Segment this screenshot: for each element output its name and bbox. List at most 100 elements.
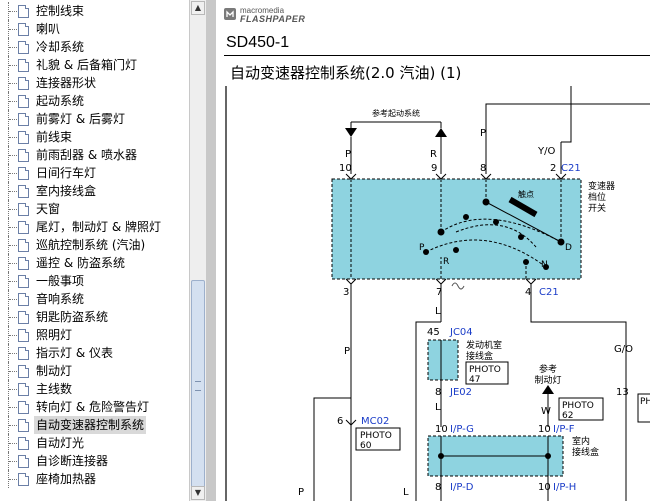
document-icon: [18, 401, 29, 414]
tree-item[interactable]: 巡航控制系统 (汽油): [0, 236, 189, 254]
wire-p-bottom: P: [298, 487, 304, 498]
photo-60-num: 60: [360, 441, 372, 451]
document-icon: [18, 329, 29, 342]
title-divider: [224, 55, 650, 56]
tree-item[interactable]: 主线数: [0, 380, 189, 398]
tree-item-label: 制动灯: [36, 364, 73, 378]
switch-label-1: 变速器: [588, 180, 615, 192]
scroll-thumb[interactable]: [191, 280, 205, 490]
pin-3: 3: [343, 287, 349, 298]
tree-item[interactable]: 喇叭: [0, 20, 189, 38]
wire-l-bottom: L: [403, 487, 409, 498]
pos-p: P: [419, 243, 425, 253]
engine-box-label-1: 发动机室: [466, 339, 502, 351]
tree-item[interactable]: 音响系统: [0, 290, 189, 308]
tree-item[interactable]: 室内接线盒: [0, 182, 189, 200]
pin-8: 8: [480, 163, 486, 174]
pin-4: 4: [525, 287, 531, 298]
pin-6: 6: [337, 416, 343, 427]
wire-r-top: R: [430, 149, 437, 160]
tree-item[interactable]: 自动变速器控制系统: [0, 416, 189, 434]
wire-yo-top: Y/O: [537, 146, 555, 157]
interior-box-label-2: 接线盒: [572, 446, 599, 458]
pin-2: 2: [550, 163, 556, 174]
arrow-up-icon: [435, 128, 447, 137]
tree-item[interactable]: 一般事项: [0, 272, 189, 290]
pin-45: 45: [427, 327, 440, 338]
tree-item[interactable]: 起动系统: [0, 92, 189, 110]
pin-8c: 8: [435, 482, 441, 493]
tree-item[interactable]: 照明灯: [0, 326, 189, 344]
document-icon: [18, 167, 29, 180]
ref-brake-2: 制动灯: [534, 374, 561, 386]
scroll-up-button[interactable]: ▲: [191, 1, 205, 15]
document-icon: [18, 77, 29, 90]
tree-item[interactable]: 前线束: [0, 128, 189, 146]
document-icon: [18, 455, 29, 468]
document-code: SD450-1: [226, 34, 290, 51]
pin-10c: 10: [538, 424, 551, 435]
tree-item[interactable]: 钥匙防盗系统: [0, 308, 189, 326]
document-icon: [18, 293, 29, 306]
photo-edge-label: PHOTO: [640, 397, 650, 407]
wire-p-left: P: [344, 346, 350, 357]
tree-item[interactable]: 制动灯: [0, 362, 189, 380]
tree-item[interactable]: 连接器形状: [0, 74, 189, 92]
document-icon: [18, 347, 29, 360]
tree-item[interactable]: 自诊断连接器: [0, 452, 189, 470]
arrow-up-brake-icon: [542, 385, 554, 394]
tree-scrollbar[interactable]: ▲ ▼: [189, 0, 206, 501]
tree-item-label: 冷却系统: [36, 40, 85, 54]
pin-13: 13: [616, 387, 629, 398]
document-icon: [18, 185, 29, 198]
wire-go: G/O: [614, 344, 633, 355]
tree-item[interactable]: 指示灯 & 仪表: [0, 344, 189, 362]
connector-ip-f: I/P-F: [553, 424, 575, 435]
tree-item[interactable]: 控制线束: [0, 2, 189, 20]
tree-item-label: 钥匙防盗系统: [36, 310, 109, 324]
tree-item[interactable]: 日间行车灯: [0, 164, 189, 182]
tree-item[interactable]: 前雾灯 & 后雾灯: [0, 110, 189, 128]
tree-item-label: 自诊断连接器: [36, 454, 109, 468]
tree-item[interactable]: 尾灯，制动灯 & 牌照灯: [0, 218, 189, 236]
photo-62-label: PHOTO: [562, 401, 594, 411]
tree-item[interactable]: 礼貌 & 后备箱门灯: [0, 56, 189, 74]
tree-item[interactable]: 前雨刮器 & 喷水器: [0, 146, 189, 164]
tree-item-label: 自动灯光: [36, 436, 85, 450]
document-icon: [18, 383, 29, 396]
tree-item[interactable]: 遥控 & 防盗系统: [0, 254, 189, 272]
document-icon: [18, 59, 29, 72]
tree-item[interactable]: 冷却系统: [0, 38, 189, 56]
connector-c21-top: C21: [561, 163, 581, 174]
document-icon: [18, 239, 29, 252]
pos-r: R: [443, 257, 449, 267]
interior-box-label-1: 室内: [572, 435, 590, 447]
tree-item[interactable]: 座椅加热器: [0, 470, 189, 488]
pos-d: D: [565, 243, 572, 253]
switch-label-2: 档位: [588, 191, 606, 203]
tree-item-label: 主线数: [36, 382, 73, 396]
tree-item[interactable]: 自动灯光: [0, 434, 189, 452]
tree-item-label: 喇叭: [36, 22, 61, 36]
tree-item-label: 前雾灯 & 后雾灯: [36, 112, 125, 126]
tree-item-label: 音响系统: [36, 292, 85, 306]
panel-splitter[interactable]: [206, 0, 216, 501]
document-icon: [18, 41, 29, 54]
tree-item[interactable]: 转向灯 & 危险警告灯: [0, 398, 189, 416]
engine-junction-box: [427, 339, 459, 381]
tree-item-label: 指示灯 & 仪表: [36, 346, 113, 360]
document-icon: [18, 149, 29, 162]
photo-60-label: PHOTO: [360, 431, 392, 441]
document-icon: [18, 203, 29, 216]
tree-item[interactable]: 天窗: [0, 200, 189, 218]
document-icon: [18, 275, 29, 288]
document-icon: [18, 311, 29, 324]
tree-item-label: 尾灯，制动灯 & 牌照灯: [36, 220, 161, 234]
wire-l-mid: L: [435, 306, 441, 317]
pin-8b: 8: [435, 387, 441, 398]
tree-item-label: 室内接线盒: [36, 184, 97, 198]
wire-l-low: L: [435, 402, 441, 413]
tree-item-label: 起动系统: [36, 94, 85, 108]
tree-item-label: 座椅加热器: [36, 472, 97, 486]
scroll-down-button[interactable]: ▼: [191, 486, 205, 500]
